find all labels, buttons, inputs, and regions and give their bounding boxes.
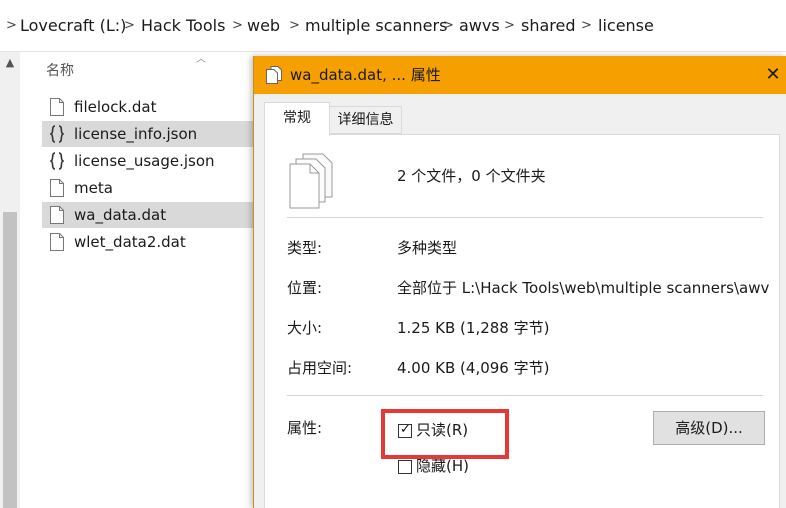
file-row[interactable]: license_info.json xyxy=(42,121,256,147)
breadcrumb-separator-icon[interactable]: > xyxy=(443,15,454,37)
advanced-button[interactable]: 高级(D)... xyxy=(653,411,765,445)
breadcrumb-item-awvs[interactable]: awvs xyxy=(459,15,500,37)
file-name: meta xyxy=(74,179,113,197)
breadcrumb-item-hack-tools[interactable]: Hack Tools xyxy=(141,15,225,37)
file-icon xyxy=(50,206,64,224)
file-row[interactable]: meta xyxy=(42,175,256,201)
breadcrumb-separator-icon[interactable]: > xyxy=(581,15,592,37)
size-on-disk-value: 4.00 KB (4,096 字节) xyxy=(397,359,550,377)
file-row[interactable]: wa_data.dat xyxy=(42,202,256,228)
properties-dialog: wa_data.dat, ... 属性 ✕ 常规 详细信息 2 个文件，0 个文… xyxy=(253,56,786,508)
file-name: license_usage.json xyxy=(74,152,215,170)
file-name: wlet_data2.dat xyxy=(74,233,186,251)
file-name: license_info.json xyxy=(74,125,198,143)
attributes-label: 属性: xyxy=(287,419,323,437)
file-icon xyxy=(50,179,64,197)
size-on-disk-label: 占用空间: xyxy=(287,359,353,377)
tab-details[interactable]: 详细信息 xyxy=(329,106,402,134)
divider xyxy=(287,217,763,218)
location-label: 位置: xyxy=(287,279,323,297)
dialog-title: wa_data.dat, ... 属性 xyxy=(290,66,441,84)
breadcrumb-separator-icon[interactable]: > xyxy=(124,15,135,37)
multiple-files-icon xyxy=(266,66,282,84)
breadcrumb-item-license[interactable]: license xyxy=(598,15,654,37)
breadcrumb-separator-icon[interactable]: > xyxy=(289,15,300,37)
highlight-annotation xyxy=(381,409,509,459)
file-name: wa_data.dat xyxy=(74,206,167,224)
type-label: 类型: xyxy=(287,239,323,257)
hidden-checkbox[interactable] xyxy=(398,460,412,474)
dialog-titlebar[interactable]: wa_data.dat, ... 属性 ✕ xyxy=(254,56,786,94)
breadcrumb-separator-icon[interactable]: > xyxy=(232,15,243,37)
selection-summary: 2 个文件，0 个文件夹 xyxy=(397,167,546,185)
file-icon xyxy=(50,233,64,251)
size-label: 大小: xyxy=(287,319,323,337)
scroll-up-arrow-icon[interactable]: ▲ xyxy=(0,52,20,74)
divider xyxy=(287,395,763,396)
file-icon xyxy=(50,98,64,116)
breadcrumb-separator-icon[interactable]: > xyxy=(504,15,515,37)
sort-ascending-icon: ︿ xyxy=(196,54,206,65)
location-value[interactable]: 全部位于 L:\Hack Tools\web\multiple scanners… xyxy=(397,277,769,298)
general-tab-panel: 2 个文件，0 个文件夹 类型: 多种类型 位置: 全部位于 L:\Hack T… xyxy=(264,134,780,508)
breadcrumb-item-multiple-scanners[interactable]: multiple scanners xyxy=(305,15,447,37)
column-header-name[interactable]: 名称 xyxy=(46,60,74,80)
breadcrumb-item-drive[interactable]: Lovecraft (L:) xyxy=(20,15,126,37)
scrollbar-thumb[interactable] xyxy=(3,212,17,508)
breadcrumb-separator-icon[interactable]: > xyxy=(6,15,17,37)
breadcrumb-item-web[interactable]: web xyxy=(247,15,280,37)
file-row[interactable]: license_usage.json xyxy=(42,148,256,174)
file-row[interactable]: wlet_data2.dat xyxy=(42,229,256,255)
multiple-files-icon xyxy=(289,153,333,209)
tab-general[interactable]: 常规 xyxy=(264,102,330,136)
file-row[interactable]: filelock.dat xyxy=(42,94,256,120)
close-icon[interactable]: ✕ xyxy=(760,62,786,88)
breadcrumb-item-shared[interactable]: shared xyxy=(521,15,576,37)
size-value: 1.25 KB (1,288 字节) xyxy=(397,319,550,337)
address-breadcrumb: > Lovecraft (L:) > Hack Tools > web > mu… xyxy=(0,0,786,52)
json-file-icon xyxy=(50,152,64,170)
type-value: 多种类型 xyxy=(397,239,458,257)
json-file-icon xyxy=(50,125,64,143)
file-name: filelock.dat xyxy=(74,98,157,116)
